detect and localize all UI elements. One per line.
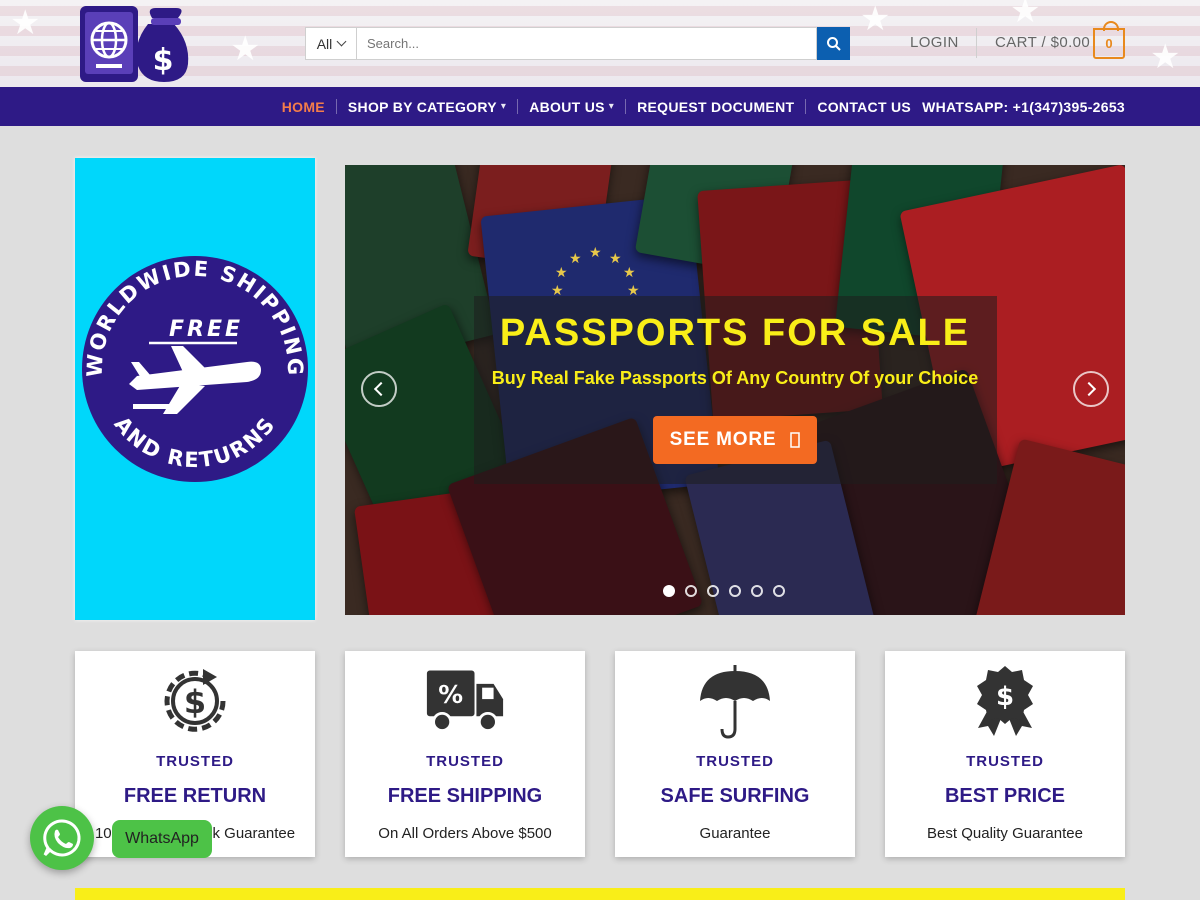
site-logo[interactable]: $ (78, 4, 190, 84)
nav-item-label: REQUEST DOCUMENT (637, 98, 795, 115)
svg-text:$: $ (153, 43, 174, 78)
slide-subtitle: Buy Real Fake Passports Of Any Country O… (491, 368, 979, 388)
slider-dot[interactable] (685, 585, 697, 597)
chevron-left-icon (373, 381, 389, 397)
nav-divider (517, 99, 519, 114)
chevron-down-icon: ▾ (500, 101, 507, 112)
svg-text:★: ★ (589, 245, 602, 261)
cart-count: 0 (1105, 36, 1113, 51)
nav-item-about-us[interactable]: ABOUT US ▾ (529, 99, 614, 115)
feature-best-price: $ TRUSTED BEST PRICE Best Quality Guaran… (885, 651, 1125, 857)
feature-description: Best Quality Guarantee (927, 825, 1083, 842)
nav-divider (625, 99, 627, 114)
slider-next-button[interactable] (1073, 371, 1109, 407)
star-icon: ★ (230, 30, 261, 68)
slider-dots (663, 585, 785, 597)
see-more-label: SEE MORE (669, 429, 777, 450)
header: ★ ★ ★ ★ ★ $ All Search... LOGIN CART / $… (0, 0, 1200, 87)
nav-divider (335, 99, 337, 114)
shipping-banner[interactable]: WORLDWIDE SHIPPING AND RETURNS FREE (75, 158, 315, 620)
slider-dot[interactable] (707, 585, 719, 597)
svg-text:$: $ (184, 683, 206, 721)
hero-slider[interactable]: ★ ★ ★ ★ ★ ★ ★ PASSPORTS FOR SALE Buy Real Fak… (345, 165, 1125, 615)
award-badge-icon: $ (965, 661, 1045, 741)
search-category-select[interactable]: All (305, 27, 357, 60)
nav-item-home[interactable]: HOME (282, 99, 325, 115)
cart-link[interactable]: CART / $0.00 (995, 34, 1090, 51)
slider-prev-button[interactable] (361, 371, 397, 407)
chevron-down-icon (336, 36, 347, 47)
feature-title: FREE SHIPPING (387, 785, 543, 807)
feature-supertitle: TRUSTED (426, 753, 504, 770)
money-return-icon: $ (155, 661, 235, 741)
login-link[interactable]: LOGIN (910, 34, 959, 51)
search-button[interactable] (817, 27, 850, 60)
nav-divider (805, 99, 807, 114)
delivery-truck-icon: % (425, 661, 505, 741)
svg-text:★: ★ (555, 265, 568, 281)
feature-supertitle: TRUSTED (156, 753, 234, 770)
feature-safe-surfing: TRUSTED SAFE SURFING Guarantee (615, 651, 855, 857)
cart-count-badge[interactable]: 0 (1093, 21, 1125, 59)
nav-item-label: CONTACT US (817, 98, 912, 115)
umbrella-icon (695, 661, 775, 741)
svg-text:★: ★ (609, 251, 622, 267)
feature-supertitle: TRUSTED (696, 753, 774, 770)
nav-item-label: SHOP BY CATEGORY (347, 98, 497, 115)
slide-title: PASSPORTS FOR SALE (499, 312, 971, 354)
search-category-label: All (316, 35, 333, 52)
slider-dot[interactable] (751, 585, 763, 597)
nav-item-shop-by-category[interactable]: SHOP BY CATEGORY ▾ (348, 99, 506, 115)
feature-supertitle: TRUSTED (966, 753, 1044, 770)
feature-title: BEST PRICE (944, 785, 1066, 807)
nav-item-request-document[interactable]: REQUEST DOCUMENT (637, 99, 794, 115)
slider-dot[interactable] (773, 585, 785, 597)
search-icon (826, 36, 841, 51)
whatsapp-label[interactable]: WhatsApp (112, 820, 212, 858)
svg-text:★: ★ (569, 251, 582, 267)
feature-description: On All Orders Above $500 (378, 825, 552, 842)
star-icon: ★ (10, 4, 41, 42)
chevron-right-icon (1081, 381, 1097, 397)
chevron-down-icon: ▾ (608, 101, 615, 112)
svg-text:%: % (438, 680, 463, 709)
svg-text:★: ★ (623, 265, 636, 281)
feature-title: FREE RETURN (123, 785, 267, 807)
badge-free-label: FREE (169, 317, 243, 342)
search-bar: All (305, 27, 850, 60)
shipping-badge: WORLDWIDE SHIPPING AND RETURNS FREE (82, 256, 308, 482)
slider-dot[interactable] (729, 585, 741, 597)
feature-description: Guarantee (699, 825, 771, 842)
slider-dot[interactable] (663, 585, 675, 597)
whatsapp-button[interactable] (30, 806, 94, 870)
nav-item-contact-us[interactable]: CONTACT US (817, 99, 911, 115)
see-more-button[interactable]: SEE MORE (653, 416, 817, 464)
main-nav: HOME SHOP BY CATEGORY ▾ ABOUT US ▾ REQUEST… (0, 87, 1200, 126)
search-input[interactable] (357, 27, 817, 60)
nav-item-label: ABOUT US (529, 98, 605, 115)
chevron-right-icon (790, 432, 801, 448)
divider (976, 28, 977, 58)
feature-free-shipping: % TRUSTED FREE SHIPPING On All Orders Ab… (345, 651, 585, 857)
feature-title: SAFE SURFING (660, 785, 810, 807)
star-icon: ★ (1150, 38, 1181, 76)
whatsapp-phone[interactable]: WHATSAPP: +1(347)395-2653 (922, 99, 1125, 115)
nav-item-label: HOME (281, 98, 325, 115)
whatsapp-icon (43, 819, 81, 857)
promo-bar (75, 888, 1125, 900)
star-icon: ★ (1010, 0, 1041, 30)
svg-text:$: $ (996, 682, 1014, 712)
star-icon: ★ (860, 0, 891, 38)
